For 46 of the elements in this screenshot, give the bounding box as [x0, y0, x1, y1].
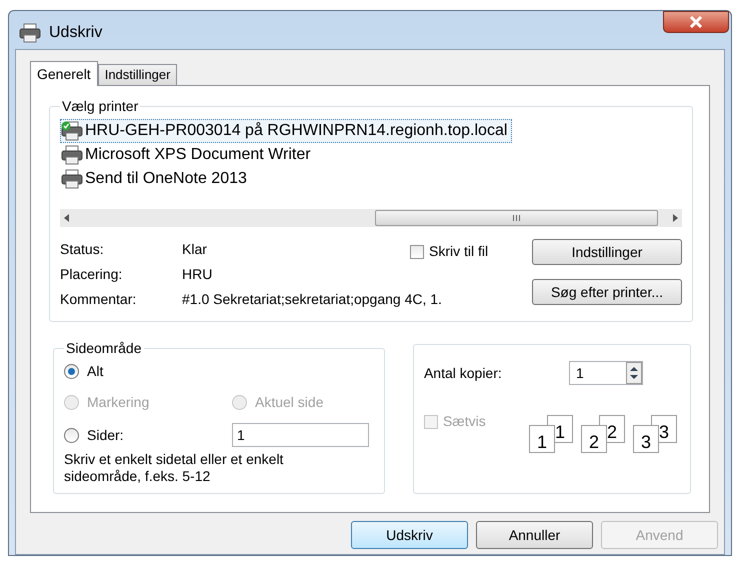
group-title: Vælg printer	[61, 97, 140, 116]
collate-page-drawing: 3 3	[632, 415, 677, 453]
grip-icon	[512, 215, 521, 221]
scroll-right-icon	[673, 214, 678, 222]
tab[interactable]: Indstillinger	[98, 64, 178, 85]
info-label: Placering:	[60, 265, 124, 284]
printer-item[interactable]: HRU-GEH-PR003014 på RGHWINPRN14.regionh.top.local	[60, 119, 512, 143]
radio-label: Aktuel side	[255, 393, 324, 412]
group-button[interactable]: Indstillinger	[532, 239, 682, 265]
spin-arrows-icon	[626, 362, 642, 384]
printer-item[interactable]: Microsoft XPS Document Writer	[60, 143, 316, 167]
radio-button[interactable]	[64, 428, 79, 442]
printer-item[interactable]: Send til OneNote 2013	[60, 167, 252, 191]
info-label: Status:	[60, 240, 105, 259]
group-title: Sideområde	[65, 339, 142, 358]
info-value: Klar	[182, 240, 207, 259]
printer-icon	[19, 23, 41, 43]
checkbox[interactable]	[410, 244, 424, 258]
dialog-button[interactable]: Udskriv	[351, 521, 468, 549]
collate-page-drawing: 2 2	[580, 415, 625, 453]
radio-label: Sider:	[87, 426, 124, 444]
horizontal-scrollbar[interactable]	[60, 209, 682, 227]
scroll-left-icon	[64, 214, 69, 222]
info-label: Kommentar:	[60, 290, 138, 309]
info-value: HRU	[182, 265, 212, 284]
copies-spinner[interactable]: 1	[568, 361, 643, 385]
info-value: #1.0 Sekretariat;sekretariat;opgang 4C, 1.	[182, 290, 442, 309]
close-icon	[689, 16, 703, 28]
printer-icon	[61, 145, 83, 165]
printer-icon	[61, 169, 83, 189]
radio-label: Markering	[87, 393, 150, 412]
close-button[interactable]	[663, 11, 729, 33]
copies-label: Antal kopier:	[424, 364, 503, 383]
checkbox-label: Skriv til fil	[429, 242, 488, 261]
window-title: Udskriv	[49, 23, 102, 43]
dialog-button[interactable]: Annuller	[476, 521, 593, 549]
scroll-thumb[interactable]	[375, 210, 658, 226]
radio-button[interactable]	[64, 364, 79, 379]
group-button[interactable]: Søg efter printer...	[532, 279, 682, 305]
tab[interactable]: Generelt	[30, 61, 98, 86]
checkbox-label: Sætvis	[442, 412, 486, 431]
hint-text: Skriv et enkelt sidetal eller et enkelt sideområde, f.eks. 5-12	[64, 451, 284, 485]
printer-icon	[61, 121, 83, 141]
pages-field[interactable]: 1	[232, 423, 369, 447]
collate-page-drawing: 1 1	[528, 415, 573, 453]
radio-label: Alt	[87, 362, 104, 381]
